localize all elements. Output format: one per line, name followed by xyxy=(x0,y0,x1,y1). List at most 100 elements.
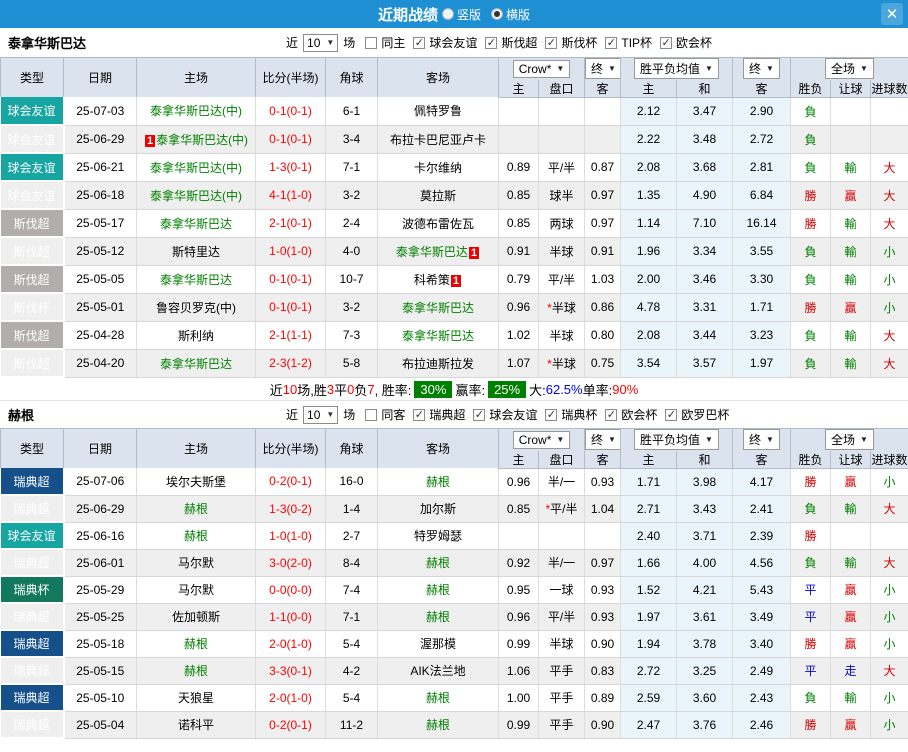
avg-odds-dropdown[interactable]: 胜平负均值▼ xyxy=(634,58,719,79)
radio-circle-checked-icon[interactable] xyxy=(491,8,503,20)
score-cell: 0-1(0-1) xyxy=(256,265,326,293)
home-water-cell: 0.79 xyxy=(499,265,539,293)
away-water-cell: 0.97 xyxy=(585,181,621,209)
sub-col-goals: 进球数 xyxy=(871,80,908,98)
handicap-cell: 平手 xyxy=(539,684,585,711)
away-team-name: 布拉卡巴尼亚卢卡 xyxy=(390,133,486,147)
away-water-cell: 0.91 xyxy=(585,237,621,265)
summary-segment: 25% xyxy=(488,381,526,398)
final-avg-dropdown[interactable]: 终▼ xyxy=(743,58,780,79)
league-type-cell: 瑞典超 xyxy=(1,549,64,576)
radio-circle-icon[interactable] xyxy=(442,8,454,20)
avg-draw-odds-cell: 3.60 xyxy=(677,684,733,711)
home-team-name: 埃尔夫斯堡 xyxy=(166,475,226,489)
avg-away-odds-cell: 2.49 xyxy=(733,657,791,684)
league-checkbox-0[interactable]: ✓ xyxy=(413,37,425,49)
handicap-cell: 半球 xyxy=(539,630,585,657)
home-team-cell: 鲁容贝罗克(中) xyxy=(137,293,256,321)
avg-draw-odds-cell: 3.61 xyxy=(677,603,733,630)
result-cell: 負 xyxy=(791,349,831,377)
away-team-cell: 科希策1 xyxy=(378,265,499,293)
home-water-cell: 0.89 xyxy=(499,153,539,181)
handicap-name: 球半 xyxy=(549,189,573,203)
avg-draw-odds-cell: 3.44 xyxy=(677,321,733,349)
home-team-cell: 泰拿华斯巴达(中) xyxy=(137,181,256,209)
match-row: 斯伐超 25-05-05 泰拿华斯巴达 0-1(0-1) 10-7 科希策1 0… xyxy=(1,265,908,293)
result-cell: 平 xyxy=(791,657,831,684)
league-checkbox-1[interactable]: ✓ xyxy=(473,409,485,421)
league-checkbox-2[interactable]: ✓ xyxy=(545,37,557,49)
home-team-cell: 佐加顿斯 xyxy=(137,603,256,630)
same-home-checkbox[interactable] xyxy=(365,37,377,49)
league-checkbox-3[interactable]: ✓ xyxy=(605,37,617,49)
avg-draw-odds-cell: 3.34 xyxy=(677,237,733,265)
summary-segment: 7 xyxy=(367,382,374,397)
score-cell: 3-0(2-0) xyxy=(256,549,326,576)
handicap-cell: 平手 xyxy=(539,711,585,738)
goals-over-under-cell xyxy=(871,125,908,153)
sub-col-avg-draw: 和 xyxy=(677,451,733,469)
same-away-checkbox[interactable] xyxy=(365,409,377,421)
away-team-cell: 泰拿华斯巴达 xyxy=(378,321,499,349)
goals-over-under-cell: 大 xyxy=(871,321,908,349)
away-team-cell: 赫根 xyxy=(378,468,499,495)
radio-horizontal-layout[interactable]: 横版 xyxy=(491,6,530,23)
handicap-cell: 平手 xyxy=(539,657,585,684)
final-avg-dropdown[interactable]: 终▼ xyxy=(743,429,780,450)
bookmaker-value: Crow* xyxy=(519,433,552,447)
sub-col-handicap: 盘口 xyxy=(539,80,585,98)
league-checkbox-1[interactable]: ✓ xyxy=(485,37,497,49)
league-checkbox-4[interactable]: ✓ xyxy=(665,409,677,421)
match-date: 25-05-01 xyxy=(64,293,137,321)
bookmaker-dropdown[interactable]: Crow*▼ xyxy=(513,60,571,78)
home-water-cell: 0.96 xyxy=(499,293,539,321)
fulltime-dropdown[interactable]: 全场▼ xyxy=(825,429,874,450)
handicap-result-cell: 輸 xyxy=(831,209,871,237)
league-checkbox-2[interactable]: ✓ xyxy=(545,409,557,421)
final-odds-dropdown[interactable]: 终▼ xyxy=(585,58,621,79)
match-date: 25-04-28 xyxy=(64,321,137,349)
avg-away-odds-cell: 2.81 xyxy=(733,153,791,181)
away-water-cell: 0.97 xyxy=(585,549,621,576)
league-checkbox-0[interactable]: ✓ xyxy=(413,409,425,421)
avg-away-odds-cell: 3.40 xyxy=(733,630,791,657)
bookmaker-dropdown[interactable]: Crow*▼ xyxy=(513,431,571,449)
fulltime-dropdown[interactable]: 全场▼ xyxy=(825,58,874,79)
avg-odds-dropdown[interactable]: 胜平负均值▼ xyxy=(634,429,719,450)
home-water-cell xyxy=(499,522,539,549)
league-checkbox-3[interactable]: ✓ xyxy=(605,409,617,421)
avg-odds-value: 胜平负均值 xyxy=(640,60,700,77)
avg-draw-odds-cell: 3.76 xyxy=(677,711,733,738)
home-team-name: 赫根 xyxy=(184,529,208,543)
handicap-result-cell: 輸 xyxy=(831,684,871,711)
col-away: 客场 xyxy=(378,429,499,469)
goals-over-under-cell: 大 xyxy=(871,153,908,181)
home-water-cell xyxy=(499,97,539,125)
league-checkbox-4[interactable]: ✓ xyxy=(660,37,672,49)
sub-col-away-odds: 客 xyxy=(585,80,621,98)
corner-cell: 8-4 xyxy=(326,549,378,576)
home-team-name: 马尔默 xyxy=(178,556,214,570)
match-date: 25-05-12 xyxy=(64,237,137,265)
avg-away-odds-cell: 3.49 xyxy=(733,603,791,630)
away-team-name: 赫根 xyxy=(426,691,450,705)
same-away-label: 同客 xyxy=(381,406,405,423)
rank-badge: 1 xyxy=(469,247,479,259)
match-row: 瑞典超 25-06-01 马尔默 3-0(2-0) 8-4 赫根 0.92 半/… xyxy=(1,549,908,576)
match-count-select[interactable]: 10 ▼ xyxy=(303,406,338,424)
bookmaker-value: Crow* xyxy=(519,62,552,76)
match-row: 斯伐超 25-04-28 斯利纳 2-1(1-1) 7-3 泰拿华斯巴达 1.0… xyxy=(1,321,908,349)
score-cell: 2-1(0-1) xyxy=(256,209,326,237)
match-count-select[interactable]: 10 ▼ xyxy=(303,34,338,52)
match-date: 25-05-29 xyxy=(64,576,137,603)
corner-cell: 7-1 xyxy=(326,153,378,181)
team1-summary-bar: 近10场,胜3平0负7, 胜率: 30% 赢率: 25% 大:62.5% 单率:… xyxy=(0,378,908,401)
avg-away-odds-cell: 6.84 xyxy=(733,181,791,209)
final-odds-dropdown[interactable]: 终▼ xyxy=(585,429,621,450)
handicap-result-cell: 輸 xyxy=(831,237,871,265)
league-type-cell: 斯伐超 xyxy=(1,209,64,237)
close-icon[interactable]: ✕ xyxy=(881,3,903,25)
handicap-name: 半球 xyxy=(552,357,576,371)
match-date: 25-05-10 xyxy=(64,684,137,711)
radio-vertical-layout[interactable]: 竖版 xyxy=(442,6,481,23)
